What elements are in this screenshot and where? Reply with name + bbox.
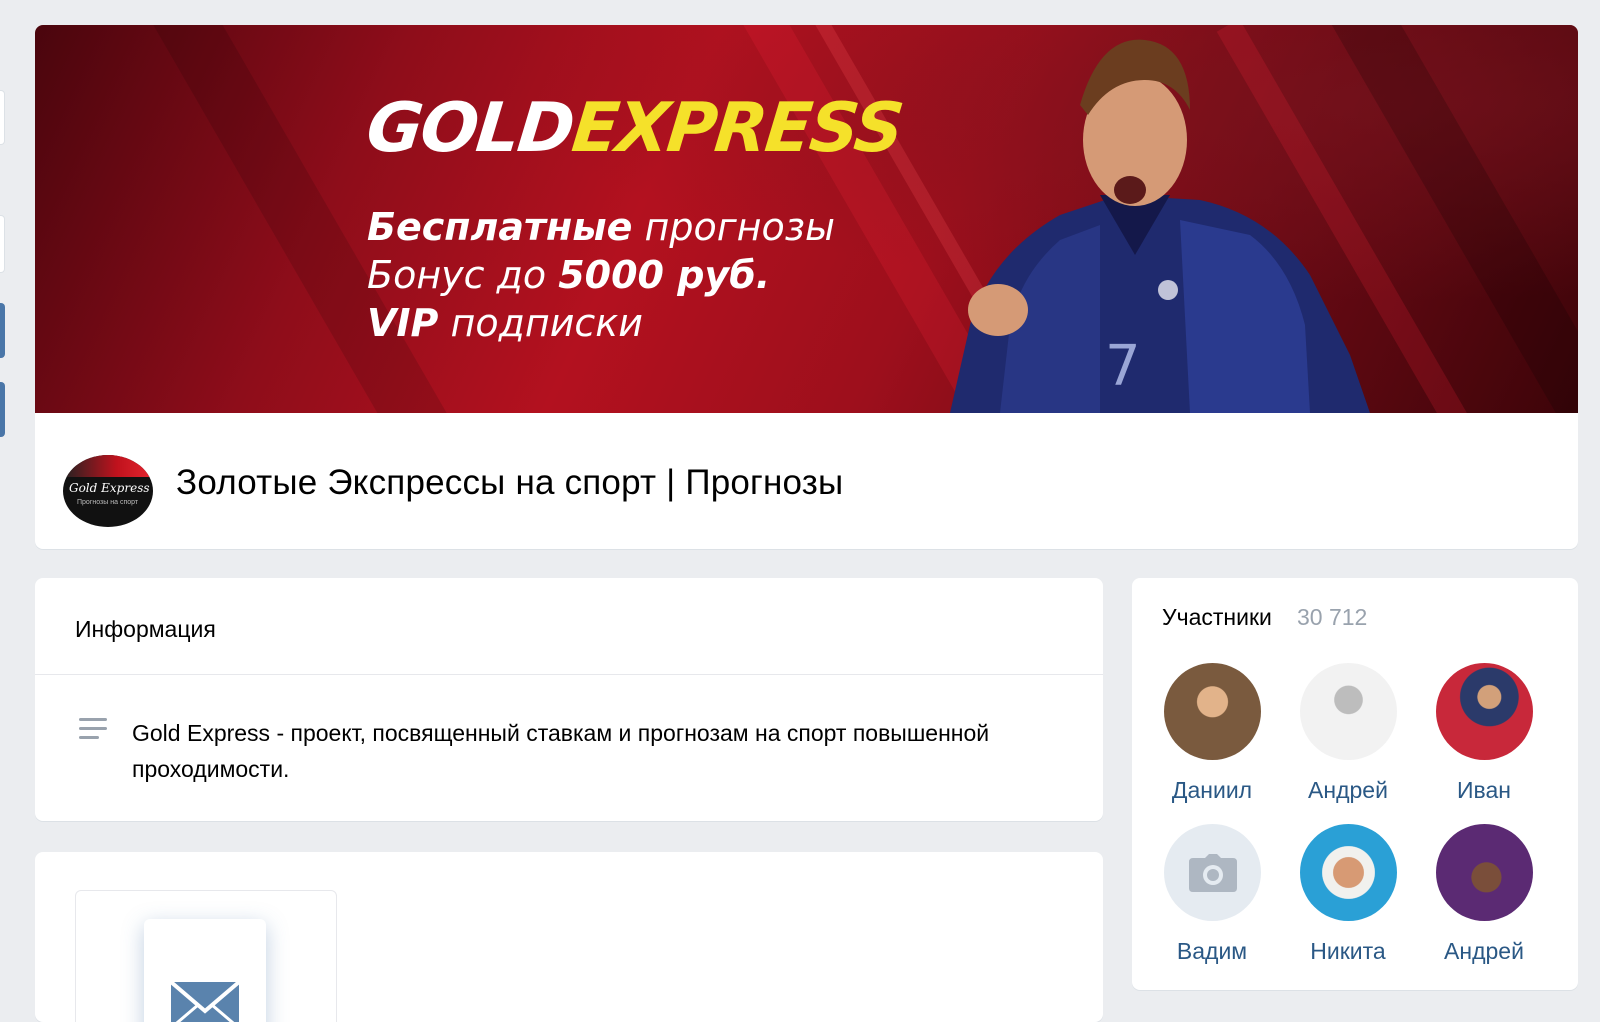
group-info-row: Gold Express Прогнозы на спорт Золотые Э… <box>35 413 1578 549</box>
avatar[interactable] <box>1163 663 1261 760</box>
cover-image[interactable]: GOLDEXPRESS Бесплатные прогнозы Бонус до… <box>35 25 1578 413</box>
info-title: Информация <box>75 616 216 642</box>
member-name[interactable]: Андрей <box>1424 938 1544 965</box>
side-tab[interactable] <box>0 215 5 273</box>
slogan-line-1: Бесплатные прогнозы <box>367 205 835 249</box>
svg-text:7: 7 <box>1105 334 1141 399</box>
member-name[interactable]: Андрей <box>1288 777 1408 804</box>
side-tab-active[interactable] <box>0 303 5 358</box>
avatar-red-band <box>63 455 153 477</box>
side-tab[interactable] <box>0 90 5 145</box>
info-card: Информация Gold Express - проект, посвящ… <box>35 578 1103 821</box>
member-item[interactable]: Иван <box>1424 663 1544 804</box>
avatar[interactable] <box>1435 663 1533 760</box>
members-card: Участники 30 712 Даниил Андрей Иван Вади… <box>1132 578 1578 990</box>
slogan-line-2: Бонус до 5000 руб. <box>367 253 771 297</box>
side-tab-active[interactable] <box>0 382 5 437</box>
member-item[interactable]: Даниил <box>1152 663 1272 804</box>
group-header-card: GOLDEXPRESS Бесплатные прогнозы Бонус до… <box>35 25 1578 549</box>
avatar[interactable] <box>1299 663 1397 760</box>
cover-slogan: Бесплатные прогнозы Бонус до 5000 руб. V… <box>367 203 835 347</box>
member-name[interactable]: Даниил <box>1152 777 1272 804</box>
group-title: Золотые Экспрессы на спорт | Прогнозы <box>176 463 844 502</box>
description-icon <box>79 718 107 744</box>
slogan-line-3: VIP подписки <box>367 301 643 345</box>
avatar-subtext: Прогнозы на спорт <box>77 499 139 506</box>
member-item[interactable]: Вадим <box>1152 824 1272 965</box>
cover-logo: GOLDEXPRESS <box>363 89 906 168</box>
member-name[interactable]: Вадим <box>1152 938 1272 965</box>
member-name[interactable]: Никита <box>1288 938 1408 965</box>
logo-word-gold: GOLD <box>362 89 577 168</box>
divider <box>35 674 1103 675</box>
contacts-card <box>35 852 1103 1022</box>
logo-word-express: EXPRESS <box>568 89 906 168</box>
avatar[interactable] <box>1299 824 1397 921</box>
member-item[interactable]: Андрей <box>1288 663 1408 804</box>
member-item[interactable]: Андрей <box>1424 824 1544 965</box>
members-count: 30 712 <box>1297 604 1368 630</box>
avatar-placeholder[interactable] <box>1163 824 1261 921</box>
contact-tile[interactable] <box>75 890 337 1022</box>
group-avatar[interactable]: Gold Express Прогнозы на спорт <box>63 455 153 527</box>
member-name[interactable]: Иван <box>1424 777 1544 804</box>
avatar-text: Gold Express <box>69 481 150 495</box>
left-side-tabs <box>0 0 6 1001</box>
mail-icon <box>144 919 266 1022</box>
members-title[interactable]: Участники <box>1162 604 1272 631</box>
member-item[interactable]: Никита <box>1288 824 1408 965</box>
info-description: Gold Express - проект, посвященный ставк… <box>132 720 990 782</box>
cover-player-illustration: 7 <box>950 25 1400 413</box>
camera-icon <box>1188 854 1237 892</box>
avatar[interactable] <box>1435 824 1533 921</box>
